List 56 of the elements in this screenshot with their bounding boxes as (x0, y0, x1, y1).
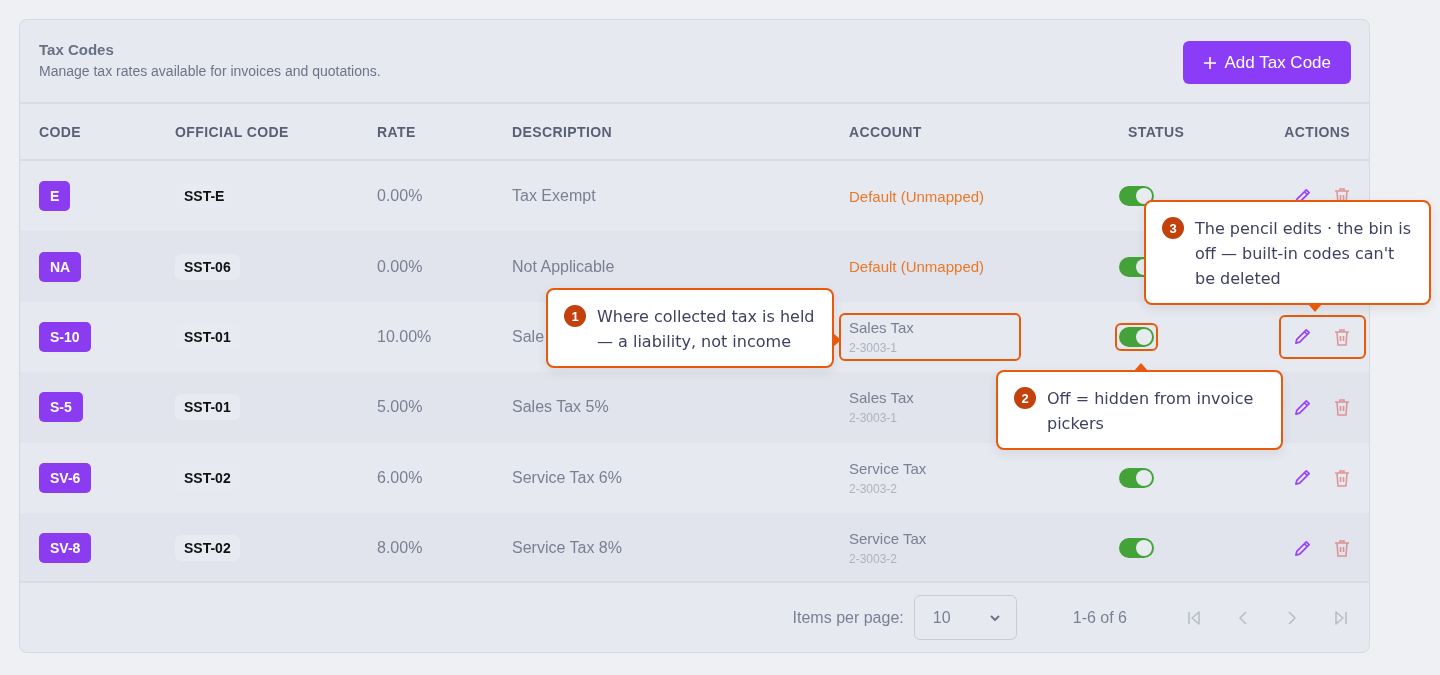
step-number: 2 (1014, 387, 1036, 409)
description-cell: Sales Tax 5% (512, 398, 609, 417)
callout-text: Off = hidden from invoice pickers (1047, 388, 1255, 435)
callout-text: The pencil edits · the bin is off — built-in codes can't be deleted (1195, 218, 1413, 290)
rate-cell: 10.00% (377, 327, 432, 346)
account-name: Default (Unmapped) (849, 187, 986, 205)
step-number: 1 (564, 305, 586, 327)
description-cell: Sale (512, 327, 545, 346)
pencil-icon[interactable] (1293, 397, 1312, 417)
pencil-icon[interactable] (1293, 538, 1312, 558)
account-name: Default (Unmapped) (849, 258, 986, 276)
rate-cell: 0.00% (377, 257, 423, 276)
account-number: 2-3003-2 (849, 481, 899, 496)
pencil-icon[interactable] (1293, 327, 1312, 347)
toggle-switch[interactable] (1119, 467, 1154, 488)
code-badge: E (39, 181, 71, 212)
items-per-page-label: Items per page: (792, 608, 904, 627)
code-badge: SV-6 (39, 462, 92, 493)
description-cell: Service Tax 8% (512, 539, 622, 558)
page-range: 1-6 of 6 (1072, 608, 1127, 627)
step-number: 3 (1162, 217, 1184, 239)
official-code: SST-01 (175, 394, 240, 421)
account-name: Sales Tax (849, 318, 915, 336)
description-cell: Not Applicable (512, 257, 615, 276)
column-header: DESCRIPTION (512, 123, 614, 140)
account-number: 2-3003-1 (849, 340, 899, 355)
column-header: RATE (377, 123, 417, 140)
description-cell: Tax Exempt (512, 187, 596, 206)
page-subtitle: Manage tax rates available for invoices and quotations. (39, 63, 381, 79)
column-header: OFFICIAL CODE (175, 123, 290, 140)
pencil-icon[interactable] (1293, 468, 1312, 488)
add-tax-code-button[interactable]: Add Tax Code (1182, 41, 1351, 84)
code-badge: SV-8 (39, 533, 92, 564)
column-header: ACCOUNT (849, 123, 923, 140)
official-code: SST-06 (175, 253, 240, 280)
page-title: Tax Codes (39, 41, 115, 58)
code-badge: NA (39, 251, 82, 282)
code-badge: S-10 (39, 321, 91, 352)
toggle-switch[interactable] (1119, 186, 1154, 207)
rate-cell: 8.00% (377, 539, 423, 558)
account-name: Sales Tax (849, 389, 915, 407)
official-code: SST-02 (175, 535, 240, 562)
code-badge: S-5 (39, 392, 83, 423)
toggle-switch[interactable] (1119, 538, 1154, 559)
page-size-select[interactable]: 10 (913, 595, 1017, 640)
rate-cell: 5.00% (377, 398, 423, 417)
account-name: Service Tax (849, 530, 928, 548)
plus-icon (1202, 55, 1217, 70)
rate-cell: 0.00% (377, 187, 423, 206)
description-cell: Service Tax 6% (512, 468, 622, 487)
account-name: Service Tax (849, 459, 928, 477)
callout-text: Where collected tax is held — a liability, not income (597, 306, 815, 353)
rate-cell: 6.00% (377, 468, 423, 487)
column-header: STATUS (1127, 123, 1186, 140)
column-header: ACTIONS (1284, 123, 1350, 140)
column-header: CODE (39, 123, 83, 140)
